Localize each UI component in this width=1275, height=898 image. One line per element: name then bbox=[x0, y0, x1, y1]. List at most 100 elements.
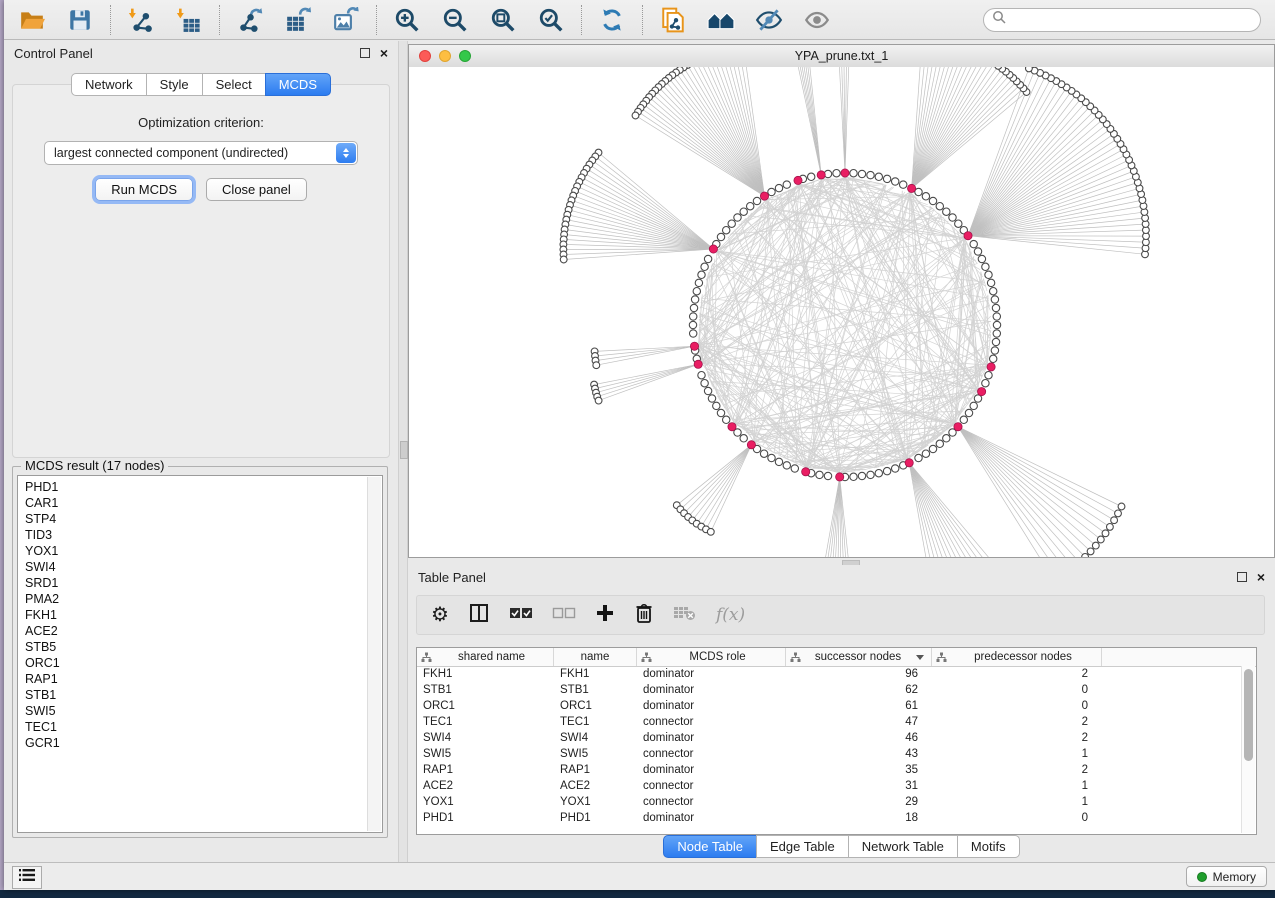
cell-mcds-role[interactable]: dominator bbox=[637, 666, 786, 682]
cell-successor-nodes[interactable]: 96 bbox=[786, 666, 932, 682]
cell-shared-name[interactable]: STB1 bbox=[417, 682, 554, 698]
tab-select[interactable]: Select bbox=[202, 73, 266, 96]
create-column-button[interactable] bbox=[595, 602, 615, 628]
cell-successor-nodes[interactable]: 29 bbox=[786, 794, 932, 810]
close-panel-icon[interactable]: × bbox=[1257, 570, 1265, 584]
mcds-result-item[interactable]: SWI5 bbox=[25, 703, 382, 719]
cell-name[interactable]: SWI4 bbox=[554, 730, 637, 746]
network-canvas[interactable] bbox=[409, 67, 1274, 557]
zoom-in-button[interactable] bbox=[393, 6, 421, 34]
mcds-result-item[interactable]: ORC1 bbox=[25, 655, 382, 671]
cell-successor-nodes[interactable]: 18 bbox=[786, 810, 932, 826]
criterion-dropdown[interactable]: largest connected component (undirected) bbox=[44, 141, 358, 165]
export-network-button[interactable] bbox=[236, 6, 264, 34]
show-graphics-button[interactable] bbox=[803, 6, 831, 34]
cell-predecessor-nodes[interactable]: 2 bbox=[932, 666, 1102, 682]
network-from-document-button[interactable] bbox=[659, 6, 687, 34]
cell-successor-nodes[interactable]: 47 bbox=[786, 714, 932, 730]
cell-mcds-role[interactable]: connector bbox=[637, 794, 786, 810]
mcds-result-item[interactable]: CAR1 bbox=[25, 495, 382, 511]
node-table[interactable]: shared namenameMCDS rolesuccessor nodesp… bbox=[416, 647, 1257, 835]
unselect-all-columns-button[interactable] bbox=[552, 602, 576, 628]
cell-name[interactable]: RAP1 bbox=[554, 762, 637, 778]
save-session-button[interactable] bbox=[66, 6, 94, 34]
zoom-out-button[interactable] bbox=[441, 6, 469, 34]
cell-successor-nodes[interactable]: 35 bbox=[786, 762, 932, 778]
mcds-result-item[interactable]: STB1 bbox=[25, 687, 382, 703]
export-table-button[interactable] bbox=[284, 6, 312, 34]
splitter-handle[interactable] bbox=[400, 441, 408, 459]
cell-mcds-role[interactable]: connector bbox=[637, 714, 786, 730]
window-close-traffic-light[interactable] bbox=[419, 50, 431, 62]
cell-predecessor-nodes[interactable]: 0 bbox=[932, 698, 1102, 714]
table-scrollbar[interactable] bbox=[1241, 666, 1255, 833]
cell-shared-name[interactable]: SWI4 bbox=[417, 730, 554, 746]
cell-successor-nodes[interactable]: 31 bbox=[786, 778, 932, 794]
import-network-button[interactable] bbox=[127, 6, 155, 34]
column-header-predecessor-nodes[interactable]: predecessor nodes bbox=[932, 648, 1102, 666]
mcds-result-item[interactable]: SRD1 bbox=[25, 575, 382, 591]
cell-name[interactable]: ACE2 bbox=[554, 778, 637, 794]
cell-shared-name[interactable]: ORC1 bbox=[417, 698, 554, 714]
table-row[interactable]: ACE2ACE2connector311 bbox=[417, 778, 1242, 794]
mcds-result-item[interactable]: RAP1 bbox=[25, 671, 382, 687]
mcds-result-item[interactable]: STB5 bbox=[25, 639, 382, 655]
mcds-result-item[interactable]: TEC1 bbox=[25, 719, 382, 735]
cell-name[interactable]: ORC1 bbox=[554, 698, 637, 714]
column-header-mcds-role[interactable]: MCDS role bbox=[637, 648, 786, 666]
cell-mcds-role[interactable]: dominator bbox=[637, 682, 786, 698]
table-row[interactable]: SWI5SWI5connector431 bbox=[417, 746, 1242, 762]
mcds-result-item[interactable]: ACE2 bbox=[25, 623, 382, 639]
table-row[interactable]: STB1STB1dominator620 bbox=[417, 682, 1242, 698]
window-minimize-traffic-light[interactable] bbox=[439, 50, 451, 62]
tab-network[interactable]: Network bbox=[71, 73, 147, 96]
cell-name[interactable]: YOX1 bbox=[554, 794, 637, 810]
table-row[interactable]: TEC1TEC1connector472 bbox=[417, 714, 1242, 730]
network-window-titlebar[interactable]: YPA_prune.txt_1 bbox=[409, 45, 1274, 68]
table-row[interactable]: RAP1RAP1dominator352 bbox=[417, 762, 1242, 778]
float-window-icon[interactable] bbox=[1237, 572, 1247, 582]
open-file-button[interactable] bbox=[18, 6, 46, 34]
network-graph[interactable] bbox=[409, 67, 1274, 557]
table-options-button[interactable]: ⚙ bbox=[431, 602, 449, 628]
search-field[interactable] bbox=[983, 8, 1261, 32]
vertical-splitter[interactable] bbox=[398, 41, 408, 862]
cell-shared-name[interactable]: ACE2 bbox=[417, 778, 554, 794]
sort-chevron-icon[interactable] bbox=[916, 655, 924, 660]
cell-successor-nodes[interactable]: 43 bbox=[786, 746, 932, 762]
memory-button[interactable]: Memory bbox=[1186, 866, 1267, 887]
table-tab-network-table[interactable]: Network Table bbox=[848, 835, 958, 858]
mcds-result-list[interactable]: PHD1CAR1STP4TID3YOX1SWI4SRD1PMA2FKH1ACE2… bbox=[17, 475, 383, 833]
mcds-result-item[interactable]: GCR1 bbox=[25, 735, 382, 751]
cell-shared-name[interactable]: RAP1 bbox=[417, 762, 554, 778]
cell-shared-name[interactable]: YOX1 bbox=[417, 794, 554, 810]
mcds-result-item[interactable]: STP4 bbox=[25, 511, 382, 527]
mcds-result-item[interactable]: YOX1 bbox=[25, 543, 382, 559]
mcds-result-item[interactable]: SWI4 bbox=[25, 559, 382, 575]
zoom-fit-button[interactable] bbox=[489, 6, 517, 34]
cell-predecessor-nodes[interactable]: 2 bbox=[932, 714, 1102, 730]
cell-predecessor-nodes[interactable]: 1 bbox=[932, 746, 1102, 762]
cell-successor-nodes[interactable]: 61 bbox=[786, 698, 932, 714]
cell-shared-name[interactable]: TEC1 bbox=[417, 714, 554, 730]
table-tab-motifs[interactable]: Motifs bbox=[957, 835, 1020, 858]
cell-predecessor-nodes[interactable]: 1 bbox=[932, 778, 1102, 794]
cell-name[interactable]: PHD1 bbox=[554, 810, 637, 826]
mcds-list-scrollbar[interactable] bbox=[367, 477, 381, 831]
cell-shared-name[interactable]: PHD1 bbox=[417, 810, 554, 826]
show-columns-button[interactable] bbox=[468, 602, 490, 628]
table-row[interactable]: YOX1YOX1connector291 bbox=[417, 794, 1242, 810]
cell-predecessor-nodes[interactable]: 2 bbox=[932, 730, 1102, 746]
mcds-result-item[interactable]: PMA2 bbox=[25, 591, 382, 607]
column-header-successor-nodes[interactable]: successor nodes bbox=[786, 648, 932, 666]
mcds-result-item[interactable]: PHD1 bbox=[25, 479, 382, 495]
zoom-selected-button[interactable] bbox=[537, 6, 565, 34]
tab-style[interactable]: Style bbox=[146, 73, 203, 96]
cell-name[interactable]: STB1 bbox=[554, 682, 637, 698]
run-mcds-button[interactable]: Run MCDS bbox=[95, 178, 193, 201]
cell-shared-name[interactable]: FKH1 bbox=[417, 666, 554, 682]
window-maximize-traffic-light[interactable] bbox=[459, 50, 471, 62]
task-history-button[interactable] bbox=[12, 866, 42, 889]
select-all-columns-button[interactable] bbox=[509, 602, 533, 628]
column-header-name[interactable]: name bbox=[554, 648, 637, 666]
